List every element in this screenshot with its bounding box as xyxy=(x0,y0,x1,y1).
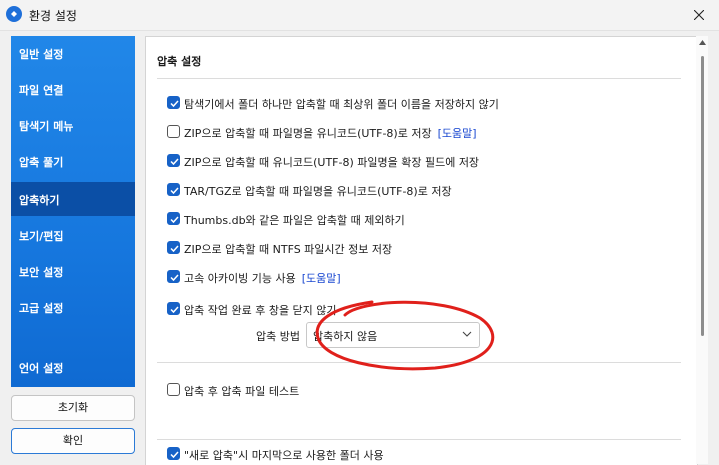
checkmark-icon xyxy=(170,306,179,314)
close-button[interactable] xyxy=(679,0,719,30)
option-label-wrap: 고속 아카이빙 기능 사용 [도움말] xyxy=(184,270,341,286)
checkbox-checked[interactable] xyxy=(167,302,180,315)
checkbox-checked[interactable] xyxy=(167,212,180,225)
option-label-wrap: ZIP으로 압축할 때 파일명을 유니코드(UTF-8)로 저장 [도움말] xyxy=(184,125,477,141)
sidebar-item-label: 파일 연결 xyxy=(19,84,64,97)
option-label: 압축 작업 완료 후 창을 닫지 않기 xyxy=(184,304,337,317)
panel-title: 압축 설정 xyxy=(157,55,202,68)
sidebar-item-label: 보안 설정 xyxy=(19,266,64,279)
close-icon xyxy=(694,10,704,20)
sidebar-item-extract[interactable]: 압축 풀기 xyxy=(11,144,135,178)
option-label: 압축 후 압축 파일 테스트 xyxy=(184,385,300,398)
sidebar-item-label: 고급 설정 xyxy=(19,302,64,315)
divider xyxy=(157,362,681,363)
option-label: ZIP으로 압축할 때 NTFS 파일시간 정보 저장 xyxy=(184,243,393,256)
checkbox-checked[interactable] xyxy=(167,96,180,109)
reset-button[interactable]: 초기화 xyxy=(11,395,135,421)
app-logo-icon xyxy=(6,6,22,22)
divider xyxy=(157,439,681,440)
checkmark-icon xyxy=(170,100,179,108)
settings-sidebar: 일반 설정 파일 연결 탐색기 메뉴 압축 풀기 압축하기 보기/편집 보안 설… xyxy=(11,36,135,387)
option-label: TAR/TGZ로 압축할 때 파일명을 유니코드(UTF-8)로 저장 xyxy=(184,185,452,198)
sidebar-item-security[interactable]: 보안 설정 xyxy=(11,254,135,288)
ok-button[interactable]: 확인 xyxy=(11,428,135,454)
compression-method-label: 압축 방법 xyxy=(256,330,300,343)
checkbox-checked[interactable] xyxy=(167,447,180,460)
panel-scrollbar[interactable] xyxy=(696,36,708,464)
scroll-thumb[interactable] xyxy=(701,56,704,336)
checkbox-checked[interactable] xyxy=(167,241,180,254)
sidebar-item-label: 일반 설정 xyxy=(19,48,64,61)
sidebar-item-view-edit[interactable]: 보기/편집 xyxy=(11,218,135,252)
select-value: 압축하지 않음 xyxy=(313,330,378,343)
sidebar-item-general[interactable]: 일반 설정 xyxy=(11,36,135,70)
sidebar-item-label: 압축 풀기 xyxy=(19,156,64,169)
option-label: 고속 아카이빙 기능 사용 xyxy=(184,272,296,285)
window-title: 환경 설정 xyxy=(29,9,77,23)
option-label: ZIP으로 압축할 때 파일명을 유니코드(UTF-8)로 저장 xyxy=(184,127,432,140)
checkmark-icon xyxy=(170,274,179,282)
sidebar-item-label: 압축하기 xyxy=(19,194,60,207)
checkbox-checked[interactable] xyxy=(167,270,180,283)
sidebar-item-explorer-menu[interactable]: 탐색기 메뉴 xyxy=(11,108,135,142)
sidebar-item-language[interactable]: 언어 설정 xyxy=(11,350,135,384)
scroll-up-arrow-icon[interactable] xyxy=(699,40,706,45)
sidebar-item-compress[interactable]: 압축하기 xyxy=(11,182,135,216)
sidebar-item-label: 보기/편집 xyxy=(19,230,64,243)
option-label: 탐색기에서 폴더 하나만 압축할 때 최상위 폴더 이름을 저장하지 않기 xyxy=(184,98,499,111)
checkbox-unchecked[interactable] xyxy=(167,383,180,396)
help-link[interactable]: [도움말] xyxy=(438,127,477,140)
checkmark-icon xyxy=(170,245,179,253)
help-link[interactable]: [도움말] xyxy=(302,272,341,285)
checkbox-unchecked[interactable] xyxy=(167,125,180,138)
chevron-down-icon xyxy=(462,331,472,337)
option-label: Thumbs.db와 같은 파일은 압축할 때 제외하기 xyxy=(184,214,405,227)
checkbox-checked[interactable] xyxy=(167,154,180,167)
divider xyxy=(157,78,681,79)
compress-settings-panel: 압축 설정 탐색기에서 폴더 하나만 압축할 때 최상위 폴더 이름을 저장하지… xyxy=(145,36,698,465)
option-label: ZIP으로 압축할 때 유니코드(UTF-8) 파일명을 확장 필드에 저장 xyxy=(184,156,480,169)
checkmark-icon xyxy=(170,451,179,459)
checkmark-icon xyxy=(170,187,179,195)
option-label: "새로 압축"시 마지막으로 사용한 폴더 사용 xyxy=(184,449,384,462)
checkbox-checked[interactable] xyxy=(167,183,180,196)
checkmark-icon xyxy=(170,158,179,166)
sidebar-item-label: 탐색기 메뉴 xyxy=(19,120,74,133)
compression-method-select[interactable]: 압축하지 않음 xyxy=(306,322,480,348)
sidebar-item-file-association[interactable]: 파일 연결 xyxy=(11,72,135,106)
checkmark-icon xyxy=(170,216,179,224)
sidebar-item-label: 언어 설정 xyxy=(19,362,64,375)
title-bar: 환경 설정 xyxy=(0,0,719,31)
sidebar-item-advanced[interactable]: 고급 설정 xyxy=(11,290,135,324)
